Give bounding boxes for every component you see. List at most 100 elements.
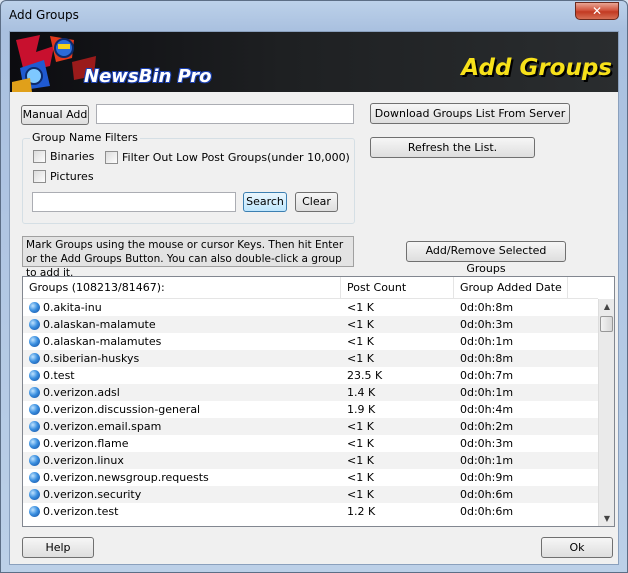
post-count: 23.5 K [347, 369, 383, 382]
instructions-text: Mark Groups using the mouse or cursor Ke… [22, 236, 354, 279]
header-groups[interactable]: Groups (108213/81467): [23, 277, 341, 299]
group-added-date: 0d:0h:8m [460, 301, 514, 314]
title-bar[interactable]: Add Groups ✕ [1, 1, 627, 31]
group-name: 0.verizon.test [43, 505, 119, 518]
group-added-date: 0d:0h:6m [460, 505, 514, 518]
group-added-date: 0d:0h:2m [460, 420, 514, 433]
post-count: 1.9 K [347, 403, 376, 416]
group-added-date: 0d:0h:3m [460, 318, 514, 331]
globe-icon [29, 438, 40, 449]
list-item[interactable]: 0.test 23.5 K 0d:0h:7m [23, 367, 599, 384]
post-count: <1 K [347, 471, 374, 484]
globe-icon [29, 319, 40, 330]
group-added-date: 0d:0h:1m [460, 454, 514, 467]
post-count: 1.4 K [347, 386, 376, 399]
header-group-added-date[interactable]: Group Added Date [454, 277, 568, 299]
group-added-date: 0d:0h:9m [460, 471, 514, 484]
list-item[interactable]: 0.siberian-huskys <1 K 0d:0h:8m [23, 350, 599, 367]
post-count: <1 K [347, 352, 374, 365]
list-item[interactable]: 0.verizon.security <1 K 0d:0h:6m [23, 486, 599, 503]
manual-add-button[interactable]: Manual Add [21, 105, 89, 125]
window-title: Add Groups [9, 8, 79, 22]
pictures-checkbox-box[interactable] [33, 170, 46, 183]
binaries-label: Binaries [50, 150, 95, 163]
post-count: <1 K [347, 437, 374, 450]
filters-label: Group Name Filters [30, 131, 140, 144]
groups-list[interactable]: Groups (108213/81467): Post Count Group … [22, 276, 615, 527]
globe-icon [29, 472, 40, 483]
scroll-down-arrow-icon[interactable]: ▼ [599, 511, 614, 526]
scroll-up-arrow-icon[interactable]: ▲ [599, 299, 614, 315]
help-button[interactable]: Help [22, 537, 94, 558]
globe-icon [29, 336, 40, 347]
post-count: 1.2 K [347, 505, 376, 518]
manual-add-input[interactable] [96, 104, 354, 124]
post-count: <1 K [347, 301, 374, 314]
download-groups-button[interactable]: Download Groups List From Server [370, 103, 570, 124]
group-added-date: 0d:0h:7m [460, 369, 514, 382]
banner-title: Add Groups [461, 55, 612, 81]
binaries-checkbox[interactable]: Binaries [33, 150, 94, 163]
group-name: 0.verizon.discussion-general [43, 403, 201, 416]
globe-icon [29, 455, 40, 466]
list-item[interactable]: 0.verizon.email.spam <1 K 0d:0h:2m [23, 418, 599, 435]
globe-icon [29, 506, 40, 517]
group-added-date: 0d:0h:3m [460, 437, 514, 450]
group-name: 0.verizon.linux [43, 454, 124, 467]
add-groups-window: Add Groups ✕ NewsBin Pro Add Groups Manu… [0, 0, 628, 573]
scroll-thumb[interactable] [600, 316, 613, 332]
list-item[interactable]: 0.verizon.newsgroup.requests <1 K 0d:0h:9m [23, 469, 599, 486]
refresh-list-button[interactable]: Refresh the List. [370, 137, 535, 158]
list-item[interactable]: 0.alaskan-malamutes <1 K 0d:0h:1m [23, 333, 599, 350]
list-item[interactable]: 0.verizon.test 1.2 K 0d:0h:6m [23, 503, 599, 520]
list-item[interactable]: 0.verizon.discussion-general 1.9 K 0d:0h:4… [23, 401, 599, 418]
list-item[interactable]: 0.verizon.linux <1 K 0d:0h:1m [23, 452, 599, 469]
post-count: <1 K [347, 488, 374, 501]
group-added-date: 0d:0h:1m [460, 386, 514, 399]
globe-icon [29, 302, 40, 313]
brand-name: NewsBin Pro [84, 66, 212, 87]
globe-icon [29, 353, 40, 364]
post-count: <1 K [347, 420, 374, 433]
add-remove-groups-button[interactable]: Add/Remove Selected Groups [406, 241, 566, 275]
list-header: Groups (108213/81467): Post Count Group … [23, 277, 599, 299]
pictures-checkbox[interactable]: Pictures [33, 170, 94, 183]
group-name: 0.verizon.newsgroup.requests [43, 471, 209, 484]
group-added-date: 0d:0h:4m [460, 403, 514, 416]
post-count: <1 K [347, 318, 374, 331]
pictures-label: Pictures [50, 170, 94, 183]
group-name: 0.verizon.email.spam [43, 420, 162, 433]
low-post-label: Filter Out Low Post Groups(under 10,000) [122, 151, 350, 164]
list-item[interactable]: 0.akita-inu <1 K 0d:0h:8m [23, 299, 599, 316]
list-scrollbar[interactable]: ▲ ▼ [598, 299, 614, 526]
clear-button[interactable]: Clear [295, 192, 338, 212]
globe-icon [29, 387, 40, 398]
group-added-date: 0d:0h:6m [460, 488, 514, 501]
list-item[interactable]: 0.alaskan-malamute <1 K 0d:0h:3m [23, 316, 599, 333]
globe-icon [29, 421, 40, 432]
binaries-checkbox-box[interactable] [33, 150, 46, 163]
group-name: 0.siberian-huskys [43, 352, 140, 365]
list-item[interactable]: 0.verizon.adsl 1.4 K 0d:0h:1m [23, 384, 599, 401]
low-post-checkbox-box[interactable] [105, 151, 118, 164]
low-post-filter-checkbox[interactable]: Filter Out Low Post Groups(under 10,000) [105, 151, 350, 164]
ok-button[interactable]: Ok [541, 537, 613, 558]
list-item[interactable]: 0.verizon.flame <1 K 0d:0h:3m [23, 435, 599, 452]
group-added-date: 0d:0h:8m [460, 352, 514, 365]
group-name: 0.akita-inu [43, 301, 102, 314]
close-button[interactable]: ✕ [575, 2, 619, 20]
list-rows: 0.akita-inu <1 K 0d:0h:8m 0.alaskan-malamut… [23, 299, 599, 520]
banner: NewsBin Pro Add Groups [10, 32, 618, 92]
header-post-count[interactable]: Post Count [341, 277, 454, 299]
group-name: 0.verizon.adsl [43, 386, 120, 399]
group-name: 0.verizon.flame [43, 437, 129, 450]
post-count: <1 K [347, 335, 374, 348]
post-count: <1 K [347, 454, 374, 467]
globe-icon [29, 489, 40, 500]
dialog-body: NewsBin Pro Add Groups Manual Add Downlo… [9, 31, 619, 565]
group-name: 0.test [43, 369, 75, 382]
search-input[interactable] [32, 192, 236, 212]
search-button[interactable]: Search [243, 192, 287, 212]
globe-icon [29, 370, 40, 381]
group-name: 0.alaskan-malamutes [43, 335, 162, 348]
